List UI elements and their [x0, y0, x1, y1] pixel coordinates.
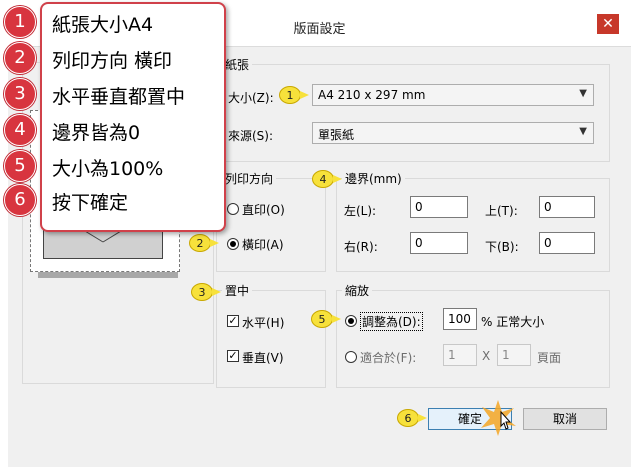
margin-bottom-label: 下(B): [485, 240, 519, 254]
mouse-cursor-icon [500, 410, 512, 430]
margins-group-label: 邊界(mm) [342, 170, 405, 187]
step-badge-2: 2 [4, 42, 36, 74]
scaling-group [336, 290, 610, 388]
margin-top-label: 上(T): [485, 204, 518, 218]
margin-left-label: 左(L): [344, 204, 377, 218]
paper-size-select[interactable]: A4 210 x 297 mm ▼ [312, 84, 594, 106]
margin-right-label: 右(R): [344, 240, 378, 254]
paper-group-label: 紙張 [222, 56, 253, 73]
margin-left-field[interactable]: 0 [410, 196, 468, 218]
close-button[interactable]: ✕ [597, 14, 619, 34]
step-badge-6: 6 [4, 184, 36, 216]
scale-percent-suffix: % 正常大小 [481, 315, 545, 329]
close-icon: ✕ [602, 16, 614, 32]
paper-source-label: 來源(S): [228, 129, 274, 143]
paper-source-value: 單張紙 [318, 128, 355, 142]
scale-adjust-radio[interactable] [345, 315, 357, 327]
center-group-label: 置中 [222, 282, 253, 299]
marker-1: 1 [279, 86, 309, 104]
center-horizontal-checkbox[interactable]: ✓ [227, 315, 239, 327]
step-text-6: 按下確定 [52, 192, 129, 214]
margin-right-field[interactable]: 0 [410, 232, 468, 254]
center-horizontal-label[interactable]: 水平(H) [242, 314, 284, 331]
step-text-5: 大小為100% [52, 158, 164, 180]
marker-6: 6 [397, 409, 427, 427]
center-vertical-checkbox[interactable]: ✓ [227, 350, 239, 362]
scale-fit-radio[interactable] [345, 351, 357, 363]
orientation-group [216, 178, 326, 272]
step-badge-3: 3 [4, 78, 36, 110]
paper-size-value: A4 210 x 297 mm [318, 88, 426, 102]
scale-adjust-label[interactable]: 調整為(D): [360, 312, 423, 331]
landscape-label[interactable]: 橫印(A) [242, 236, 284, 253]
step-badge-5: 5 [4, 150, 36, 182]
orientation-group-label: 列印方向 [222, 170, 277, 187]
fit-pages-wide-field[interactable]: 1 [443, 344, 477, 366]
fit-times-label: X [482, 349, 491, 363]
landscape-radio[interactable] [227, 238, 239, 250]
chevron-down-icon: ▼ [579, 126, 587, 137]
center-group [216, 290, 326, 388]
margin-top-field[interactable]: 0 [539, 196, 595, 218]
fit-pages-tall-field[interactable]: 1 [497, 344, 531, 366]
chevron-down-icon: ▼ [579, 88, 587, 99]
marker-3: 3 [191, 283, 221, 301]
step-text-2: 列印方向 橫印 [52, 50, 173, 72]
cancel-button[interactable]: 取消 [523, 408, 607, 430]
fit-pages-suffix: 頁面 [537, 351, 562, 365]
step-text-4: 邊界皆為0 [52, 122, 141, 144]
scale-fit-label[interactable]: 適合於(F): [360, 349, 416, 366]
marker-5: 5 [311, 310, 341, 328]
paper-source-select[interactable]: 單張紙 ▼ [312, 122, 594, 144]
paper-group [216, 64, 610, 162]
step-text-1: 紙張大小A4 [52, 14, 154, 36]
paper-size-label: 大小(Z): [228, 91, 274, 105]
center-vertical-label[interactable]: 垂直(V) [242, 349, 284, 366]
marker-2: 2 [189, 234, 219, 252]
scaling-group-label: 縮放 [342, 282, 373, 299]
portrait-radio[interactable] [227, 203, 239, 215]
marker-4: 4 [312, 170, 342, 188]
step-badge-4: 4 [4, 114, 36, 146]
scale-percent-field[interactable]: 100 [443, 308, 477, 330]
margin-bottom-field[interactable]: 0 [539, 232, 595, 254]
portrait-label[interactable]: 直印(O) [242, 201, 285, 218]
step-badge-1: 1 [4, 6, 36, 38]
margins-group [336, 178, 610, 272]
step-text-3: 水平垂直都置中 [52, 86, 186, 108]
